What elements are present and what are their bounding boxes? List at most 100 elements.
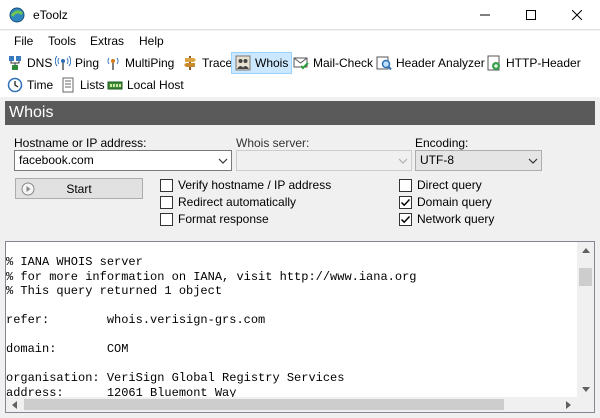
tool-label: Ping xyxy=(75,56,100,70)
chevron-down-icon[interactable] xyxy=(524,151,541,170)
whois-output-textarea[interactable]: % IANA WHOIS server% for more informatio… xyxy=(5,241,595,413)
menu-tools[interactable]: Tools xyxy=(48,34,76,48)
checkbox-box xyxy=(399,195,412,209)
whois-server-label: Whois server: xyxy=(236,136,310,150)
checkbox-label: Format response xyxy=(178,212,269,226)
hostname-combobox[interactable]: facebook.com xyxy=(14,150,232,171)
encoding-select[interactable]: UTF-8 xyxy=(415,150,542,171)
tool-label: Mail-Check xyxy=(313,56,374,70)
tool-trace[interactable]: Trace xyxy=(179,53,235,73)
format-response-checkbox[interactable]: Format response xyxy=(160,212,269,226)
redirect-checkbox[interactable]: Redirect automatically xyxy=(160,195,296,209)
output-line: % This query returned 1 object xyxy=(6,284,223,298)
dns-network-icon xyxy=(9,56,21,70)
tool-multiping[interactable]: MultiPing xyxy=(102,53,177,73)
whois-output-text: % IANA WHOIS server% for more informatio… xyxy=(6,255,576,400)
chevron-down-icon[interactable] xyxy=(394,151,411,170)
maximize-button[interactable] xyxy=(508,0,554,30)
tool-whois[interactable]: Whois xyxy=(231,52,293,74)
header-analyzer-icon xyxy=(376,56,392,71)
horizontal-scrollbar[interactable] xyxy=(6,397,577,412)
whois-options-panel: Hostname or IP address: facebook.com Who… xyxy=(5,126,595,234)
tool-header-analyzer[interactable]: Header Analyzer xyxy=(373,53,488,73)
menu-file[interactable]: File xyxy=(14,34,33,48)
tool-label: DNS xyxy=(27,56,53,70)
chevron-down-icon[interactable] xyxy=(214,151,231,170)
clock-icon xyxy=(7,77,23,93)
window-title: eToolz xyxy=(33,8,68,22)
title-bar: eToolz xyxy=(0,0,600,30)
play-icon xyxy=(21,182,35,196)
output-line: % for more information on IANA, visit ht… xyxy=(6,269,417,284)
checkbox-box xyxy=(399,178,412,192)
tool-label: Time xyxy=(27,78,54,92)
tool-label: HTTP-Header xyxy=(506,56,581,70)
trace-signpost-icon xyxy=(184,56,196,70)
direct-query-checkbox[interactable]: Direct query xyxy=(399,178,482,192)
hostname-value: facebook.com xyxy=(19,153,94,167)
network-query-checkbox[interactable]: Network query xyxy=(399,212,494,226)
tool-label: Lists xyxy=(80,78,105,92)
minimize-button[interactable] xyxy=(462,0,508,30)
tool-label: Trace xyxy=(202,56,233,70)
section-title: Whois xyxy=(5,101,595,125)
local-host-network-icon xyxy=(107,81,123,90)
menu-extras[interactable]: Extras xyxy=(90,34,124,48)
vertical-scrollbar[interactable] xyxy=(577,242,594,398)
tool-lists[interactable]: Lists xyxy=(57,75,108,95)
minimize-icon xyxy=(480,14,490,16)
output-line: refer: whois.verisign-grs.com xyxy=(6,313,266,327)
close-icon xyxy=(572,10,582,20)
encoding-label: Encoding: xyxy=(415,136,469,150)
output-line: organisation: VeriSign Global Registry S… xyxy=(6,371,345,385)
etoolz-app-icon xyxy=(9,7,25,23)
tool-label: Whois xyxy=(255,56,289,70)
output-line: % IANA WHOIS server xyxy=(6,255,143,269)
ping-signal-icon xyxy=(55,55,71,70)
maximize-icon xyxy=(526,10,536,20)
tool-ping[interactable]: Ping xyxy=(52,53,102,73)
toolbar: DNS Ping MultiPing Trace Whois Mail-Chec… xyxy=(0,51,600,97)
checkmark-icon xyxy=(400,215,411,223)
whois-server-combobox[interactable] xyxy=(236,150,412,171)
start-label: Start xyxy=(66,181,92,196)
checkbox-label: Domain query xyxy=(417,195,492,209)
scroll-left-arrow-icon[interactable] xyxy=(6,397,23,412)
list-document-icon xyxy=(62,77,74,93)
hostname-label: Hostname or IP address: xyxy=(14,136,147,150)
checkbox-box xyxy=(160,212,173,226)
tool-label: Local Host xyxy=(127,78,184,92)
start-button[interactable]: Start xyxy=(15,178,143,199)
menu-help[interactable]: Help xyxy=(139,34,164,48)
checkbox-label: Direct query xyxy=(417,178,482,192)
close-button[interactable] xyxy=(554,0,600,30)
tool-label: MultiPing xyxy=(125,56,175,70)
scroll-up-arrow-icon[interactable] xyxy=(577,242,594,259)
checkbox-box xyxy=(399,212,412,226)
domain-query-checkbox[interactable]: Domain query xyxy=(399,195,492,209)
tool-mail-check[interactable]: Mail-Check xyxy=(290,53,376,73)
menu-bar: File Tools Extras Help xyxy=(0,31,600,51)
tool-dns[interactable]: DNS xyxy=(4,53,55,73)
output-line: domain: COM xyxy=(6,342,129,356)
checkmark-icon xyxy=(400,198,411,206)
http-header-icon xyxy=(487,55,500,71)
checkbox-label: Redirect automatically xyxy=(178,195,297,209)
checkbox-box xyxy=(160,195,173,209)
verify-hostname-checkbox[interactable]: Verify hostname / IP address xyxy=(160,178,331,192)
scroll-down-arrow-icon[interactable] xyxy=(577,381,594,398)
horizontal-scroll-thumb[interactable] xyxy=(24,399,504,410)
encoding-value: UTF-8 xyxy=(420,153,454,167)
tool-time[interactable]: Time xyxy=(4,75,56,95)
checkbox-box xyxy=(160,178,173,192)
whois-people-icon xyxy=(235,55,251,71)
checkbox-label: Network query xyxy=(417,212,495,226)
tool-label: Header Analyzer xyxy=(396,56,485,70)
tool-local-host[interactable]: Local Host xyxy=(104,75,187,95)
scroll-right-arrow-icon[interactable] xyxy=(560,397,577,412)
vertical-scroll-thumb[interactable] xyxy=(579,268,592,286)
tool-http-header[interactable]: HTTP-Header xyxy=(483,53,584,73)
